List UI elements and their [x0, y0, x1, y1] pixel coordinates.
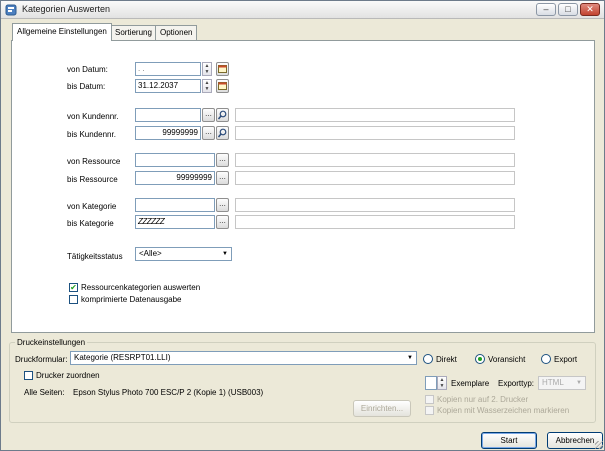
komprimierte-datenausgabe-checkbox[interactable] — [69, 295, 78, 304]
printer-name: Epson Stylus Photo 700 ESC/P 2 (Kopie 1)… — [73, 388, 264, 397]
exporttyp-label: Exporttyp: — [498, 379, 535, 388]
radio-export-label: Export — [554, 355, 578, 364]
von-kundennr-label: von Kundennr. — [67, 112, 119, 121]
von-kategorie-field[interactable] — [135, 198, 215, 212]
browse-button[interactable]: ... — [202, 108, 215, 122]
window-title: Kategorien Auswerten — [22, 4, 111, 14]
bis-datum-field[interactable]: 31.12.2037 — [135, 79, 201, 93]
radio-selected-dot — [478, 357, 482, 361]
close-button[interactable]: ✕ — [580, 3, 600, 16]
app-icon — [5, 4, 17, 16]
bis-ressource-name — [235, 171, 515, 185]
von-kategorie-label: von Kategorie — [67, 202, 117, 211]
tab-label: Optionen — [160, 28, 193, 37]
spin-down-icon[interactable]: ▼ — [438, 383, 446, 389]
von-ressource-field[interactable] — [135, 153, 215, 167]
tab-allgemeine-einstellungen-active[interactable]: Allgemeine Einstellungen — [12, 23, 112, 41]
druckformular-label: Druckformular: — [15, 355, 68, 364]
dropdown-arrow-icon[interactable]: ▼ — [573, 377, 585, 389]
radio-direkt-label: Direkt — [436, 355, 457, 364]
taetigkeitsstatus-select[interactable]: <Alle> ▼ — [135, 247, 232, 261]
search-icon — [217, 128, 227, 138]
exporttyp-value: HTML — [542, 378, 564, 387]
drucker-zuordnen-label: Drucker zuordnen — [36, 371, 100, 380]
exemplare-field[interactable] — [425, 376, 437, 390]
browse-button[interactable]: ... — [202, 126, 215, 140]
browse-button[interactable]: ... — [216, 171, 229, 185]
separator — [59, 147, 515, 148]
dropdown-arrow-icon[interactable]: ▼ — [404, 352, 416, 364]
radio-direkt[interactable] — [423, 354, 433, 364]
search-button[interactable] — [216, 126, 229, 140]
von-datum-field[interactable]: . . — [135, 62, 201, 76]
bis-kategorie-name — [235, 215, 515, 229]
von-kategorie-name — [235, 198, 515, 212]
von-datum-spinner[interactable]: ▲ ▼ — [202, 62, 212, 76]
spin-down-icon[interactable]: ▼ — [203, 69, 211, 75]
dialog-window: Kategorien Auswerten – □ ✕ Allgemeine Ei… — [0, 0, 605, 451]
bis-kategorie-field[interactable]: ZZZZZZ — [135, 215, 215, 229]
browse-button[interactable]: ... — [216, 215, 229, 229]
alle-seiten-label: Alle Seiten: — [24, 388, 65, 397]
exporttyp-select[interactable]: HTML ▼ — [538, 376, 586, 390]
kopien-wasserzeichen-checkbox[interactable] — [425, 406, 434, 415]
resize-grip-icon[interactable] — [595, 441, 603, 449]
separator — [59, 101, 515, 102]
bis-kategorie-label: bis Kategorie — [67, 219, 114, 228]
minimize-button[interactable]: – — [536, 3, 556, 16]
kopien-2-drucker-checkbox[interactable] — [425, 395, 434, 404]
tab-label: Allgemeine Einstellungen — [17, 27, 107, 36]
maximize-button[interactable]: □ — [558, 3, 578, 16]
spin-down-icon[interactable]: ▼ — [203, 86, 211, 92]
exemplare-label: Exemplare — [451, 379, 490, 388]
radio-voransicht[interactable] — [475, 354, 485, 364]
bis-kundennr-label: bis Kundennr. — [67, 130, 116, 139]
drucker-zuordnen-checkbox[interactable] — [24, 371, 33, 380]
separator — [59, 236, 580, 237]
komprimierte-datenausgabe-label: komprimierte Datenausgabe — [81, 295, 182, 304]
von-kundennr-field[interactable] — [135, 108, 201, 122]
exemplare-spinner[interactable]: ▲ ▼ — [437, 376, 447, 390]
calendar-icon — [218, 65, 227, 73]
title-bar: Kategorien Auswerten – □ ✕ — [1, 1, 604, 19]
radio-voransicht-label: Voransicht — [488, 355, 526, 364]
browse-button[interactable]: ... — [216, 153, 229, 167]
von-datum-label: von Datum: — [67, 65, 108, 74]
kopien-wasserzeichen-label: Kopien mit Wasserzeichen markieren — [437, 406, 570, 415]
taetigkeitsstatus-value: <Alle> — [139, 249, 162, 258]
taetigkeitsstatus-label: Tätigkeitsstatus — [67, 252, 123, 261]
search-icon — [217, 110, 227, 120]
separator — [59, 190, 515, 191]
search-button[interactable] — [216, 108, 229, 122]
von-ressource-label: von Ressource — [67, 157, 121, 166]
separator — [59, 272, 515, 273]
einrichten-button[interactable]: Einrichten... — [353, 400, 411, 417]
ressourcenkategorien-label: Ressourcenkategorien auswerten — [81, 283, 201, 292]
calendar-button[interactable] — [216, 62, 229, 76]
bis-datum-label: bis Datum: — [67, 82, 106, 91]
bis-datum-spinner[interactable]: ▲ ▼ — [202, 79, 212, 93]
start-button[interactable]: Start — [481, 432, 537, 449]
dropdown-arrow-icon[interactable]: ▼ — [219, 248, 231, 260]
von-kundennr-name — [235, 108, 515, 122]
druckformular-value: Kategorie (RESRPT01.LLI) — [74, 353, 171, 362]
radio-export[interactable] — [541, 354, 551, 364]
bis-kundennr-name — [235, 126, 515, 140]
kopien-2-drucker-label: Kopien nur auf 2. Drucker — [437, 395, 529, 404]
bis-ressource-field[interactable]: 99999999 — [135, 171, 215, 185]
tab-sortierung[interactable]: Sortierung — [110, 25, 157, 40]
bis-ressource-label: bis Ressource — [67, 175, 118, 184]
calendar-button[interactable] — [216, 79, 229, 93]
ressourcenkategorien-checkbox[interactable]: ✔ — [69, 283, 78, 292]
druckeinstellungen-label: Druckeinstellungen — [15, 338, 88, 347]
bis-kundennr-field[interactable]: 99999999 — [135, 126, 201, 140]
tab-label: Sortierung — [115, 28, 152, 37]
druckformular-select[interactable]: Kategorie (RESRPT01.LLI) ▼ — [70, 351, 417, 365]
calendar-icon — [218, 82, 227, 90]
browse-button[interactable]: ... — [216, 198, 229, 212]
tab-optionen[interactable]: Optionen — [155, 25, 198, 40]
von-ressource-name — [235, 153, 515, 167]
